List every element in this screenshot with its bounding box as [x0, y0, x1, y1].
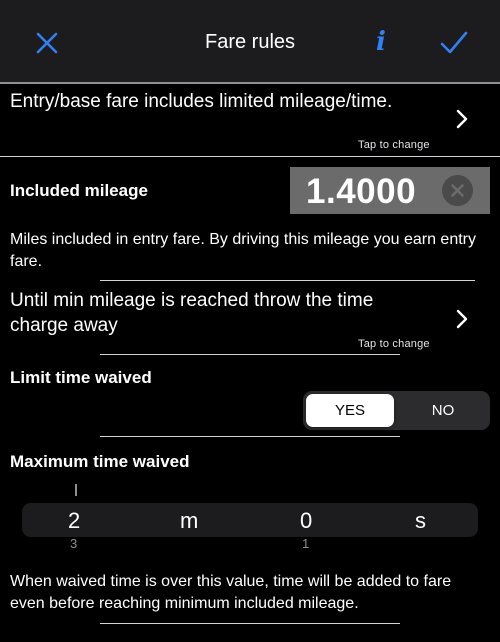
chevron-right-icon[interactable]: [454, 108, 470, 130]
included-mileage-label: Included mileage: [10, 181, 148, 200]
time-picker[interactable]: 2 m 0 s: [22, 503, 478, 537]
min-mileage-text[interactable]: Until min mileage is reached throw the t…: [10, 288, 430, 338]
limit-time-waived-toggle[interactable]: YES NO: [303, 391, 490, 430]
divider: [0, 156, 500, 157]
seconds-unit: s: [415, 508, 426, 533]
minutes-unit: m: [180, 508, 199, 533]
navbar-divider: [0, 82, 500, 84]
seconds-value[interactable]: 0: [300, 508, 312, 534]
checkmark-icon[interactable]: [438, 28, 470, 58]
navigation-bar: Fare rules i: [0, 0, 500, 82]
clear-icon[interactable]: [442, 175, 473, 206]
page-title: Fare rules: [204, 31, 296, 53]
entry-fare-hint: Tap to change: [358, 139, 430, 151]
option-yes[interactable]: YES: [306, 394, 394, 427]
included-mileage-field[interactable]: 1.4000: [290, 167, 490, 214]
included-mileage-description: Miles included in entry fare. By driving…: [10, 231, 476, 270]
limit-time-waived-label: Limit time waived: [10, 368, 152, 387]
seconds-next-value[interactable]: 1: [302, 537, 309, 548]
divider: [100, 623, 400, 624]
divider: [100, 436, 400, 437]
included-mileage-value[interactable]: 1.4000: [306, 172, 416, 212]
max-time-waived-label: Maximum time waived: [10, 452, 190, 471]
picker-tick: [75, 484, 77, 496]
min-mileage-hint: Tap to change: [358, 338, 430, 350]
entry-fare-text[interactable]: Entry/base fare includes limited mileage…: [10, 89, 430, 114]
chevron-right-icon[interactable]: [454, 308, 470, 330]
minutes-value[interactable]: 2: [68, 508, 80, 534]
option-no[interactable]: NO: [399, 394, 487, 427]
info-icon[interactable]: i: [370, 27, 392, 57]
divider: [100, 280, 475, 281]
minutes-next-value[interactable]: 3: [70, 537, 77, 548]
divider: [100, 354, 400, 355]
max-time-waived-description: When waived time is over this value, tim…: [10, 573, 452, 612]
